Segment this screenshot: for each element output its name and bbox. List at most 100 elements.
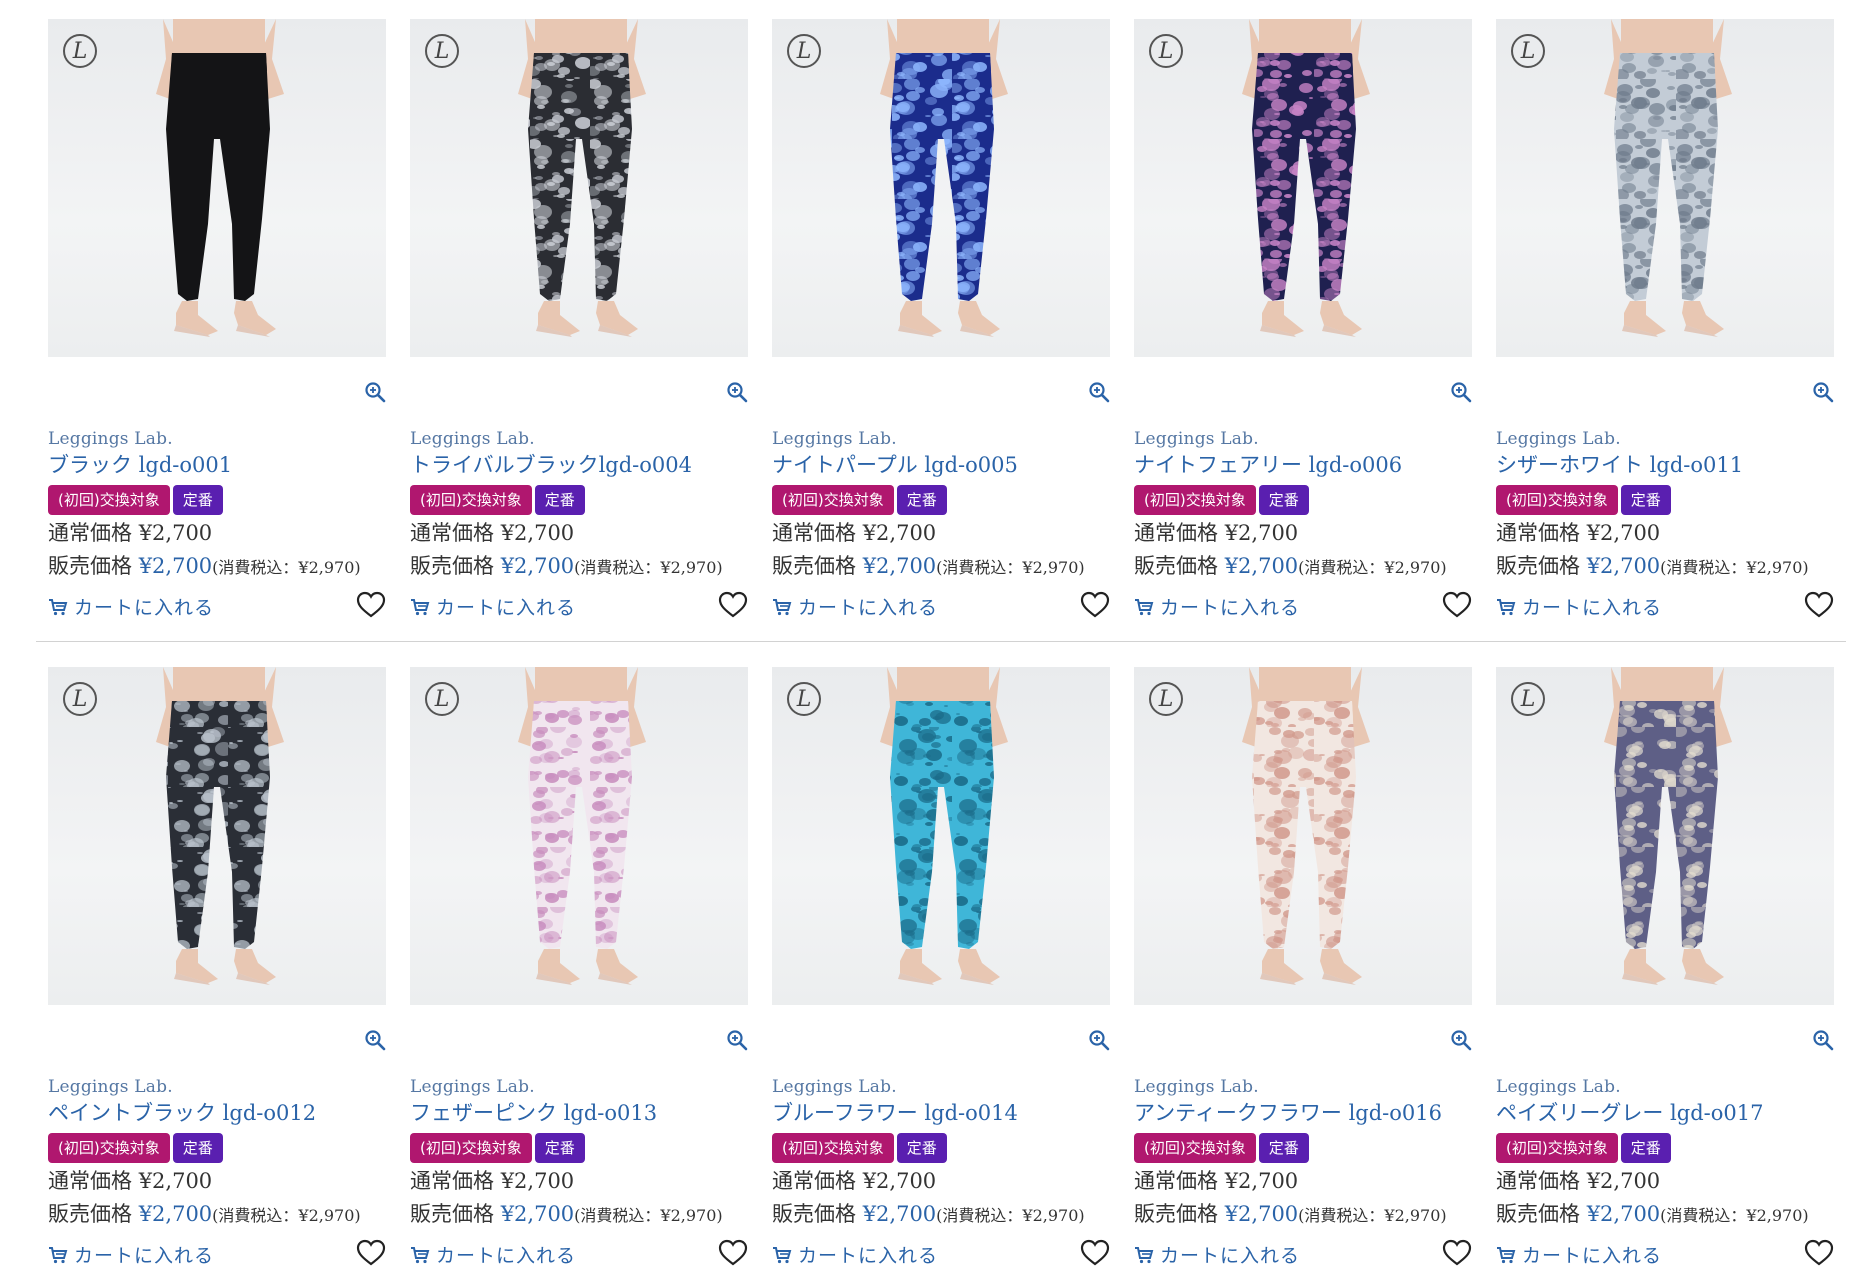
product-image[interactable]: L (1134, 667, 1472, 1005)
add-to-cart-label: カートに入れる (1160, 1245, 1301, 1267)
regular-price: 通常価格 ¥2,700 (1134, 1165, 1298, 1195)
zoom-in-icon[interactable] (1450, 1029, 1472, 1051)
product-card: L Leggings Lab. ペイントブラック lgd-o012 (初回)交換… (48, 667, 386, 1267)
product-image[interactable]: L (772, 667, 1110, 1005)
zoom-in-icon[interactable] (1088, 1029, 1110, 1051)
regular-price-label: 通常価格 (48, 1169, 132, 1193)
heart-icon[interactable] (1442, 1239, 1472, 1267)
add-to-cart-button[interactable]: カートに入れる (1496, 1241, 1662, 1268)
brand-logo-icon: L (1511, 682, 1545, 716)
regular-price-value: ¥2,700 (1224, 1169, 1299, 1193)
sale-price-value: ¥2,700 (500, 1202, 575, 1226)
product-name[interactable]: ブルーフラワー lgd-o014 (772, 1097, 1018, 1127)
add-to-cart-label: カートに入れる (436, 1245, 577, 1267)
badge-group: (初回)交換対象 定番 (1134, 1133, 1309, 1163)
standard-badge: 定番 (896, 1133, 947, 1163)
zoom-in-icon[interactable] (364, 1029, 386, 1051)
row-divider (36, 641, 1846, 642)
add-to-cart-label: カートに入れる (1522, 1245, 1663, 1267)
tax-note: (消費税込：¥2,970) (936, 1206, 1085, 1225)
regular-price-value: ¥2,700 (862, 1169, 937, 1193)
standard-badge: 定番 (1620, 1133, 1671, 1163)
tax-note: (消費税込：¥2,970) (574, 1206, 723, 1225)
sale-price-value: ¥2,700 (862, 1202, 937, 1226)
cart-icon (1134, 1245, 1154, 1265)
regular-price-label: 通常価格 (1496, 1169, 1580, 1193)
heart-icon[interactable] (1080, 1239, 1110, 1267)
heart-icon[interactable] (356, 1239, 386, 1267)
add-to-cart-button[interactable]: カートに入れる (772, 1241, 938, 1268)
sale-price-label: 販売価格 (1496, 1202, 1580, 1226)
exchange-badge: (初回)交換対象 (48, 1133, 170, 1163)
cart-icon (410, 1245, 430, 1265)
product-row: L Leggings Lab. ペイントブラック lgd-o012 (初回)交換… (0, 0, 1866, 1267)
regular-price: 通常価格 ¥2,700 (1496, 1165, 1660, 1195)
exchange-badge: (初回)交換対象 (410, 1133, 532, 1163)
add-to-cart-button[interactable]: カートに入れる (48, 1241, 214, 1268)
product-brand[interactable]: Leggings Lab. (48, 1077, 173, 1097)
regular-price-value: ¥2,700 (1586, 1169, 1661, 1193)
product-image[interactable]: L (1496, 667, 1834, 1005)
heart-icon[interactable] (718, 1239, 748, 1267)
tax-note: (消費税込：¥2,970) (212, 1206, 361, 1225)
add-to-cart-label: カートに入れる (74, 1245, 215, 1267)
product-brand[interactable]: Leggings Lab. (410, 1077, 535, 1097)
standard-badge: 定番 (172, 1133, 223, 1163)
sale-price-label: 販売価格 (1134, 1202, 1218, 1226)
badge-group: (初回)交換対象 定番 (772, 1133, 947, 1163)
tax-note: (消費税込：¥2,970) (1660, 1206, 1809, 1225)
product-image[interactable]: L (48, 667, 386, 1005)
product-brand[interactable]: Leggings Lab. (1496, 1077, 1621, 1097)
product-name[interactable]: アンティークフラワー lgd-o016 (1134, 1097, 1442, 1127)
exchange-badge: (初回)交換対象 (1134, 1133, 1256, 1163)
regular-price: 通常価格 ¥2,700 (772, 1165, 936, 1195)
product-name[interactable]: ペイズリーグレー lgd-o017 (1496, 1097, 1763, 1127)
product-name[interactable]: フェザーピンク lgd-o013 (410, 1097, 657, 1127)
sale-price: 販売価格 ¥2,700(消費税込：¥2,970) (772, 1198, 1085, 1228)
tax-note: (消費税込：¥2,970) (1298, 1206, 1447, 1225)
brand-logo-icon: L (787, 682, 821, 716)
regular-price-label: 通常価格 (410, 1169, 494, 1193)
product-brand[interactable]: Leggings Lab. (1134, 1077, 1259, 1097)
product-card: L Leggings Lab. アンティークフラワー lgd-o016 (初回)… (1134, 667, 1472, 1267)
add-to-cart-button[interactable]: カートに入れる (1134, 1241, 1300, 1268)
brand-logo-icon: L (63, 682, 97, 716)
cart-icon (48, 1245, 68, 1265)
cart-icon (772, 1245, 792, 1265)
cart-icon (1496, 1245, 1516, 1265)
sale-price-label: 販売価格 (772, 1202, 856, 1226)
badge-group: (初回)交換対象 定番 (1496, 1133, 1671, 1163)
zoom-in-icon[interactable] (1812, 1029, 1834, 1051)
exchange-badge: (初回)交換対象 (772, 1133, 894, 1163)
sale-price-value: ¥2,700 (1586, 1202, 1661, 1226)
brand-logo-icon: L (1149, 682, 1183, 716)
product-card: L Leggings Lab. ペイズリーグレー lgd-o017 (初回)交換… (1496, 667, 1834, 1267)
product-card: L Leggings Lab. ブルーフラワー lgd-o014 (初回)交換対… (772, 667, 1110, 1267)
regular-price-value: ¥2,700 (138, 1169, 213, 1193)
regular-price-label: 通常価格 (1134, 1169, 1218, 1193)
sale-price-value: ¥2,700 (138, 1202, 213, 1226)
product-card: L Leggings Lab. フェザーピンク lgd-o013 (初回)交換対… (410, 667, 748, 1267)
standard-badge: 定番 (534, 1133, 585, 1163)
sale-price-value: ¥2,700 (1224, 1202, 1299, 1226)
exchange-badge: (初回)交換対象 (1496, 1133, 1618, 1163)
add-to-cart-button[interactable]: カートに入れる (410, 1241, 576, 1268)
regular-price: 通常価格 ¥2,700 (410, 1165, 574, 1195)
badge-group: (初回)交換対象 定番 (48, 1133, 223, 1163)
sale-price-label: 販売価格 (410, 1202, 494, 1226)
standard-badge: 定番 (1258, 1133, 1309, 1163)
regular-price: 通常価格 ¥2,700 (48, 1165, 212, 1195)
sale-price: 販売価格 ¥2,700(消費税込：¥2,970) (1134, 1198, 1447, 1228)
product-brand[interactable]: Leggings Lab. (772, 1077, 897, 1097)
sale-price: 販売価格 ¥2,700(消費税込：¥2,970) (1496, 1198, 1809, 1228)
add-to-cart-label: カートに入れる (798, 1245, 939, 1267)
product-name[interactable]: ペイントブラック lgd-o012 (48, 1097, 316, 1127)
regular-price-value: ¥2,700 (500, 1169, 575, 1193)
sale-price: 販売価格 ¥2,700(消費税込：¥2,970) (48, 1198, 361, 1228)
zoom-in-icon[interactable] (726, 1029, 748, 1051)
sale-price-label: 販売価格 (48, 1202, 132, 1226)
regular-price-label: 通常価格 (772, 1169, 856, 1193)
product-image[interactable]: L (410, 667, 748, 1005)
heart-icon[interactable] (1804, 1239, 1834, 1267)
sale-price: 販売価格 ¥2,700(消費税込：¥2,970) (410, 1198, 723, 1228)
